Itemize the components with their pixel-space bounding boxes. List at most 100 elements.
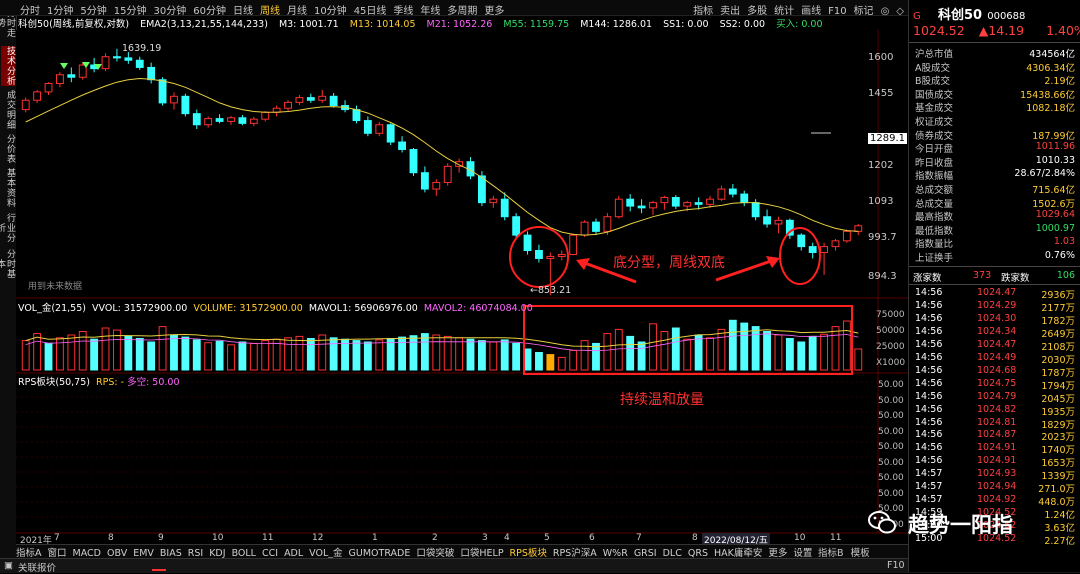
divider	[909, 42, 1080, 43]
indicator-tab[interactable]: RPS沪深A	[553, 545, 597, 559]
time-tick: 8	[108, 533, 114, 543]
time-tick: 5	[544, 533, 550, 543]
tool-button[interactable]: 指标	[693, 2, 713, 17]
ema-label[interactable]: EMA2(3,13,21,55,144,233)	[140, 19, 268, 30]
indicator-tabs: 指标A 窗口 MACD OBV EMV BIAS RSI KDJ BOLL CCI ADL VOL_金…	[16, 544, 908, 559]
tool-button[interactable]: 多股	[747, 2, 767, 17]
volume-bar	[238, 341, 247, 371]
period-tab[interactable]: 60分钟	[193, 2, 226, 17]
period-tab[interactable]: 季线	[393, 2, 413, 17]
period-tab[interactable]: 45日线	[354, 2, 387, 17]
sidebar-tab-industry[interactable]: 行业分析	[0, 212, 15, 244]
tick-volume: 1829万	[1041, 419, 1075, 431]
period-tab[interactable]: 周线	[260, 2, 280, 17]
tool-button[interactable]: 统计	[774, 2, 794, 17]
period-tab[interactable]: 分时	[20, 2, 40, 17]
volume-bar	[637, 341, 646, 371]
candle-body	[158, 79, 167, 104]
sidebar-tab-fenshi-basic[interactable]: 分时基本	[0, 248, 15, 280]
indicator-tab[interactable]: VOL_金	[309, 545, 342, 559]
price-tick: 1202	[868, 159, 894, 171]
volume-tick: X1000	[876, 358, 906, 368]
sidebar-tab-price-table[interactable]: 分价表	[1, 134, 15, 164]
tick-row: 14:56 1024.30 1782万	[913, 312, 1077, 327]
time-tick: 10	[794, 533, 806, 543]
quote-stat-row: 最低指数 1000.97	[913, 223, 1077, 237]
volume-bar	[671, 327, 680, 371]
tick-price: 1024.30	[977, 312, 1017, 324]
tick-price: 1024.81	[977, 416, 1017, 428]
double-bottom-annotation: 底分型，周线双底	[613, 255, 725, 271]
stat-label: 总成交量	[915, 198, 954, 210]
period-tab[interactable]: 10分钟	[314, 2, 347, 17]
tick-price: 1024.87	[977, 429, 1017, 441]
period-tab[interactable]: 15分钟	[114, 2, 147, 17]
stat-value: 1082.18亿	[1026, 103, 1075, 115]
tick-row: 14:56 1024.68 1787万	[913, 365, 1077, 379]
indicator-tab[interactable]: 口袋HELP	[460, 545, 503, 559]
watermark: 趋势一阳指	[868, 505, 1068, 541]
indicator-info-line: 科创50(周线,前复权,对数) EMA2(3,13,21,55,144,233)…	[18, 16, 878, 30]
sidebar-tab-detail[interactable]: 成交明细	[1, 90, 15, 130]
indicator-tab[interactable]: 口袋突破	[416, 545, 454, 559]
period-tab[interactable]: 月线	[287, 2, 307, 17]
kline-chart[interactable]	[16, 30, 908, 544]
volume-bar	[500, 339, 509, 371]
stat-value: 2.19亿	[1044, 76, 1075, 88]
candle-body	[204, 118, 213, 126]
tick-price: 1024.75	[977, 377, 1017, 389]
tick-time: 14:57	[915, 494, 943, 506]
tool-button[interactable]: 卖出	[720, 2, 740, 17]
time-tick: 2	[432, 533, 438, 543]
indicator-tab[interactable]: HAK庸牵安	[714, 545, 762, 559]
ss1-value: SS1: 0.00	[663, 19, 709, 30]
tool-button[interactable]: 画线	[801, 2, 821, 17]
candle-body	[728, 188, 737, 195]
volume-bar	[204, 342, 213, 371]
volume-bar	[842, 320, 851, 371]
indicator-tab[interactable]: 窗口	[48, 545, 67, 559]
candle-body	[683, 202, 692, 207]
quote-stat-row: 总成交额 715.64亿	[913, 182, 1077, 196]
tick-row: 14:57 1024.93 1339万	[913, 468, 1077, 482]
tool-button[interactable]: 标记	[854, 2, 874, 17]
candle-body	[649, 202, 657, 209]
tick-price: 1024.91	[977, 442, 1017, 454]
indicator-tab[interactable]: 更多	[768, 545, 787, 559]
candle-body	[192, 113, 201, 126]
candle-body	[751, 202, 760, 218]
candle-body	[284, 101, 292, 109]
indicator-tab[interactable]: 设置	[793, 545, 812, 559]
period-tab[interactable]: 5分钟	[80, 2, 106, 17]
period-tab[interactable]: 1分钟	[47, 2, 73, 17]
sidebar-tab-technical[interactable]: 技术分析	[1, 46, 15, 86]
mavol2-value: MAVOL2: 46074084.00	[423, 303, 533, 314]
stat-value: 1502.6万	[1032, 198, 1075, 210]
candle-body	[797, 234, 806, 248]
marker-g: G	[913, 11, 921, 22]
period-tab[interactable]: 30分钟	[153, 2, 186, 17]
price-tick: 894.3	[868, 271, 897, 283]
indicator-tab[interactable]: 指标A	[16, 545, 42, 559]
period-tab[interactable]: 更多	[484, 2, 504, 17]
tick-row: 14:57 1024.94 271.0万	[913, 481, 1077, 495]
stat-value: 1010.33	[1035, 154, 1075, 166]
candle-body	[614, 198, 623, 218]
tool-button[interactable]: ◎	[881, 6, 890, 17]
period-tab[interactable]: 日线	[233, 2, 253, 17]
tick-price: 1024.94	[977, 481, 1017, 493]
time-tick: 11	[262, 533, 274, 543]
volume-bar	[546, 354, 555, 371]
period-tab[interactable]: 年线	[420, 2, 440, 17]
indicator-tab[interactable]: RPS板块	[510, 545, 547, 559]
f10-button[interactable]: F10	[887, 560, 905, 571]
low-price-label: ←853.21	[530, 285, 572, 296]
volume-bar	[135, 338, 144, 371]
ss2-value: SS2: 0.00	[719, 19, 766, 30]
quote-stat-row: 基金成交 1082.18亿	[913, 100, 1077, 115]
sidebar-tab-basic-info[interactable]: 基本资料	[1, 168, 15, 208]
candle-body	[512, 216, 521, 236]
period-tab[interactable]: 多周期	[447, 2, 477, 17]
ma-m21: M21: 1052.26	[426, 19, 493, 30]
tool-button[interactable]: ◇	[896, 6, 904, 17]
